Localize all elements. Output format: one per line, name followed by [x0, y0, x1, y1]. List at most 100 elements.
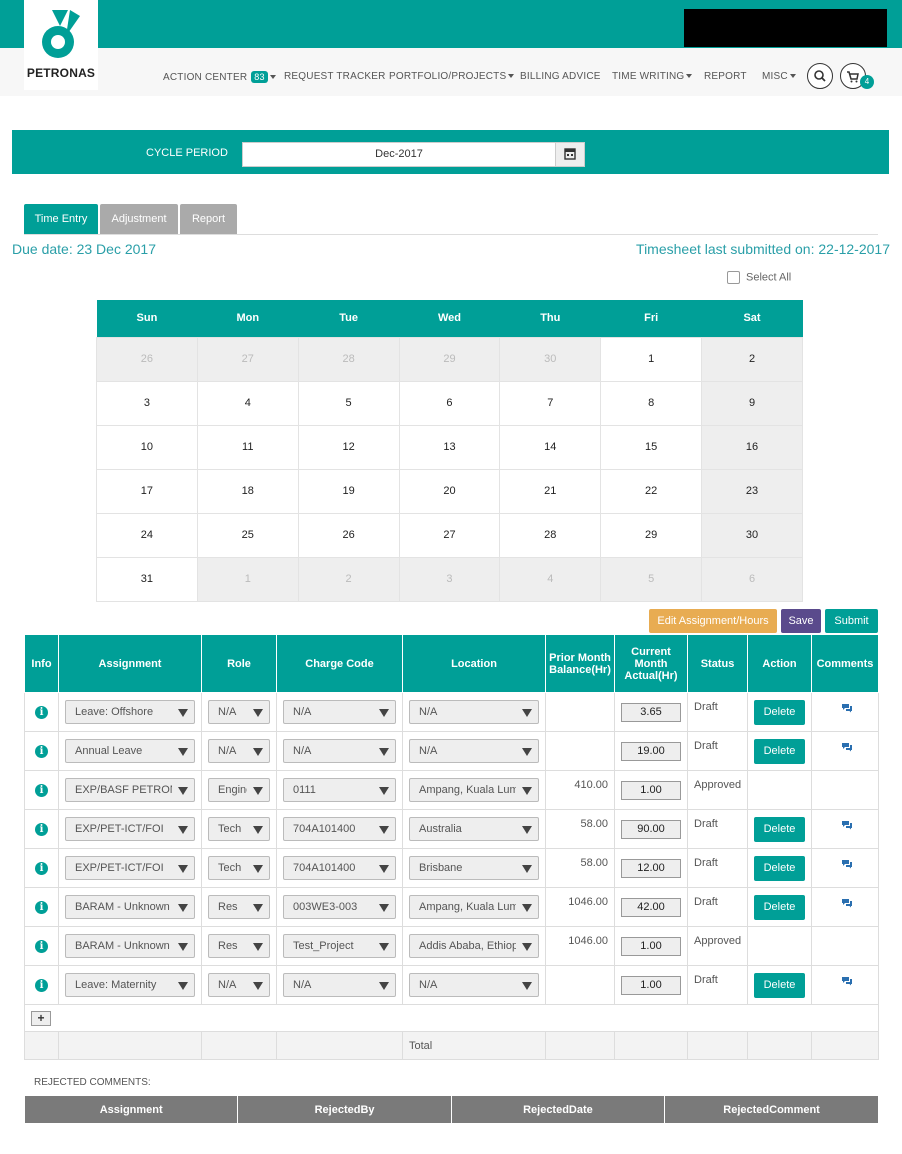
calendar-day-cell[interactable]: 8 — [600, 380, 703, 426]
info-icon[interactable]: i — [35, 900, 48, 914]
assignment-select[interactable]: BARAM - Unknown — [65, 895, 195, 919]
calendar-day-cell[interactable]: 30 — [499, 336, 602, 382]
calendar-day-cell[interactable]: 13 — [398, 424, 501, 470]
calendar-day-cell[interactable]: 14 — [499, 424, 602, 470]
delete-button[interactable]: Delete — [754, 738, 805, 764]
info-icon[interactable]: i — [35, 978, 48, 992]
calendar-day-cell[interactable]: 4 — [499, 556, 602, 602]
calendar-day-cell[interactable]: 24 — [96, 512, 198, 558]
tab-time-entry[interactable]: Time Entry — [24, 204, 98, 235]
charge-code-select[interactable]: N/A — [283, 700, 396, 724]
assignment-select[interactable]: Leave: Maternity — [65, 973, 195, 997]
calendar-day-cell[interactable]: 2 — [701, 336, 803, 382]
calendar-day-cell[interactable]: 5 — [600, 556, 703, 602]
comment-icon[interactable] — [841, 859, 853, 872]
assignment-select[interactable]: Annual Leave — [65, 739, 195, 763]
calendar-day-cell[interactable]: 1 — [196, 556, 299, 602]
current-actual-input[interactable]: 90.00 — [621, 819, 681, 839]
calendar-day-cell[interactable]: 4 — [196, 380, 299, 426]
assignment-select[interactable]: EXP/PET-ICT/FOI — [65, 817, 195, 841]
comment-icon[interactable] — [841, 820, 853, 833]
calendar-day-cell[interactable]: 6 — [701, 556, 803, 602]
role-select[interactable]: Tech — [208, 856, 270, 880]
nav-report[interactable]: REPORT — [704, 71, 747, 82]
assignment-select[interactable]: EXP/BASF PETRONAS — [65, 778, 195, 802]
edit-assignment-button[interactable]: Edit Assignment/Hours — [649, 609, 777, 633]
calendar-day-cell[interactable]: 25 — [196, 512, 299, 558]
calendar-day-cell[interactable]: 23 — [701, 468, 803, 514]
calendar-day-cell[interactable]: 17 — [96, 468, 198, 514]
role-select[interactable]: Engineer — [208, 778, 270, 802]
calendar-day-cell[interactable]: 2 — [297, 556, 400, 602]
nav-request-tracker[interactable]: REQUEST TRACKER — [284, 71, 386, 82]
delete-button[interactable]: Delete — [754, 699, 805, 725]
current-actual-input[interactable]: 1.00 — [621, 780, 681, 800]
role-select[interactable]: N/A — [208, 700, 270, 724]
comment-icon[interactable] — [841, 703, 853, 716]
role-select[interactable]: Res — [208, 934, 270, 958]
assignment-select[interactable]: Leave: Offshore — [65, 700, 195, 724]
calendar-day-cell[interactable]: 19 — [297, 468, 400, 514]
info-icon[interactable]: i — [35, 744, 48, 758]
calendar-day-cell[interactable]: 1 — [600, 336, 703, 382]
info-icon[interactable]: i — [35, 822, 48, 836]
location-select[interactable]: N/A — [409, 700, 539, 724]
calendar-day-cell[interactable]: 3 — [398, 556, 501, 602]
calendar-day-cell[interactable]: 12 — [297, 424, 400, 470]
nav-time-writing[interactable]: TIME WRITING — [612, 71, 693, 82]
calendar-day-cell[interactable]: 18 — [196, 468, 299, 514]
current-actual-input[interactable]: 1.00 — [621, 936, 681, 956]
info-icon[interactable]: i — [35, 783, 48, 797]
calendar-day-cell[interactable]: 27 — [398, 512, 501, 558]
role-select[interactable]: Tech — [208, 817, 270, 841]
info-icon[interactable]: i — [35, 861, 48, 875]
petronas-logo[interactable]: PETRONAS — [24, 0, 98, 90]
calendar-day-cell[interactable]: 7 — [499, 380, 602, 426]
assignment-select[interactable]: EXP/PET-ICT/FOI — [65, 856, 195, 880]
calendar-day-cell[interactable]: 9 — [701, 380, 803, 426]
delete-button[interactable]: Delete — [754, 894, 805, 920]
location-select[interactable]: Addis Ababa, Ethiopia — [409, 934, 539, 958]
current-actual-input[interactable]: 1.00 — [621, 975, 681, 995]
calendar-day-cell[interactable]: 21 — [499, 468, 602, 514]
delete-button[interactable]: Delete — [754, 855, 805, 881]
calendar-button[interactable] — [555, 142, 585, 167]
calendar-day-cell[interactable]: 20 — [398, 468, 501, 514]
calendar-day-cell[interactable]: 6 — [398, 380, 501, 426]
tab-report[interactable]: Report — [180, 204, 237, 235]
location-select[interactable]: Ampang, Kuala Lumpur — [409, 895, 539, 919]
assignment-select[interactable]: BARAM - Unknown — [65, 934, 195, 958]
calendar-day-cell[interactable]: 5 — [297, 380, 400, 426]
calendar-day-cell[interactable]: 26 — [96, 336, 198, 382]
calendar-day-cell[interactable]: 10 — [96, 424, 198, 470]
cycle-period-input[interactable]: Dec-2017 — [242, 142, 556, 167]
role-select[interactable]: N/A — [208, 739, 270, 763]
charge-code-select[interactable]: N/A — [283, 739, 396, 763]
calendar-day-cell[interactable]: 27 — [196, 336, 299, 382]
add-row-button[interactable]: + — [31, 1010, 51, 1026]
role-select[interactable]: N/A — [208, 973, 270, 997]
select-all-checkbox[interactable]: Select All — [727, 271, 791, 284]
nav-action-center[interactable]: ACTION CENTER 83 — [163, 71, 276, 83]
current-actual-input[interactable]: 19.00 — [621, 741, 681, 761]
tab-adjustment[interactable]: Adjustment — [100, 204, 178, 235]
location-select[interactable]: N/A — [409, 739, 539, 763]
charge-code-select[interactable]: N/A — [283, 973, 396, 997]
nav-misc[interactable]: MISC — [762, 71, 796, 82]
calendar-day-cell[interactable]: 31 — [96, 556, 198, 602]
charge-code-select[interactable]: 003WE3-003 — [283, 895, 396, 919]
charge-code-select[interactable]: 704A101400 — [283, 856, 396, 880]
calendar-day-cell[interactable]: 26 — [297, 512, 400, 558]
nav-billing-advice[interactable]: BILLING ADVICE — [520, 71, 601, 82]
save-button[interactable]: Save — [781, 609, 821, 633]
location-select[interactable]: Australia — [409, 817, 539, 841]
role-select[interactable]: Res — [208, 895, 270, 919]
calendar-day-cell[interactable]: 15 — [600, 424, 703, 470]
location-select[interactable]: Ampang, Kuala Lumpur — [409, 778, 539, 802]
comment-icon[interactable] — [841, 976, 853, 989]
location-select[interactable]: N/A — [409, 973, 539, 997]
delete-button[interactable]: Delete — [754, 816, 805, 842]
charge-code-select[interactable]: 704A101400 — [283, 817, 396, 841]
calendar-day-cell[interactable]: 16 — [701, 424, 803, 470]
current-actual-input[interactable]: 42.00 — [621, 897, 681, 917]
